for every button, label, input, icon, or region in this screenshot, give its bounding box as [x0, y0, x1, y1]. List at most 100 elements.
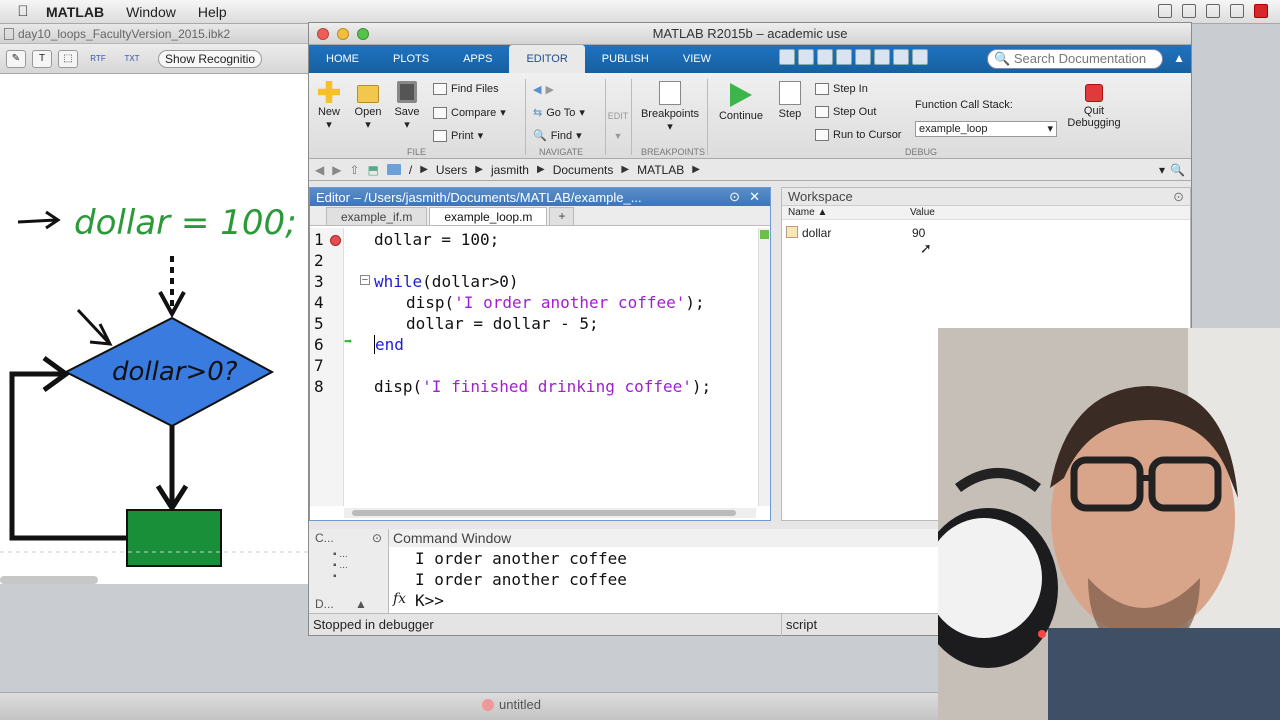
- new-plus-icon: [318, 81, 340, 103]
- fx-icon[interactable]: fx: [393, 591, 406, 607]
- back-forward-buttons[interactable]: ◀ ▶: [533, 83, 554, 96]
- tab-home[interactable]: HOME: [309, 45, 376, 73]
- qat-switch-icon[interactable]: [893, 49, 909, 65]
- menu-app-matlab[interactable]: MATLAB: [46, 4, 104, 20]
- tab-view[interactable]: VIEW: [666, 45, 728, 73]
- browse-folder-icon[interactable]: ⬒: [368, 163, 379, 177]
- dock: untitled: [0, 692, 938, 720]
- show-recognition-button[interactable]: Show Recognitio: [158, 49, 263, 68]
- breakpoints-icon: [659, 81, 681, 105]
- open-button[interactable]: Open ▾: [353, 81, 383, 131]
- print-button[interactable]: Print ▾: [433, 129, 483, 142]
- path-users[interactable]: Users: [436, 163, 467, 177]
- compare-button[interactable]: Compare ▾: [433, 106, 506, 119]
- workspace-menu-icon[interactable]: ⊙: [1173, 188, 1184, 206]
- breakpoints-button[interactable]: Breakpoints ▾: [637, 81, 703, 133]
- go-to-button[interactable]: ⇆ Go To ▾: [533, 106, 585, 120]
- select-tool-icon[interactable]: ⬚: [58, 49, 78, 68]
- tab-example-loop[interactable]: example_loop.m: [429, 207, 548, 225]
- qat-save-icon[interactable]: [779, 49, 795, 65]
- document-icon[interactable]: [1230, 4, 1244, 18]
- workspace-titlebar: Workspace ⊙: [782, 188, 1190, 206]
- new-tab-button[interactable]: +: [549, 207, 575, 225]
- line-number: 3: [314, 272, 324, 291]
- text-tool-icon[interactable]: T: [32, 49, 52, 68]
- menu-bar:  MATLAB Window Help: [0, 0, 1280, 24]
- new-button[interactable]: New ▾: [315, 81, 343, 131]
- wifi-icon[interactable]: [1158, 4, 1172, 18]
- up-folder-icon[interactable]: ⇧: [349, 163, 359, 177]
- find-files-button[interactable]: Find Files: [433, 83, 499, 95]
- continue-button[interactable]: Continue: [715, 81, 767, 122]
- col-name-header[interactable]: Name ▲: [788, 207, 827, 218]
- tab-plots[interactable]: PLOTS: [376, 45, 446, 73]
- editor-close-icon[interactable]: ✕: [749, 189, 760, 205]
- current-folder-tab[interactable]: C... ⊙: [309, 529, 388, 547]
- copy-icon[interactable]: [1206, 4, 1220, 18]
- rtf-export-icon[interactable]: RTF: [84, 54, 112, 63]
- menu-help[interactable]: Help: [198, 4, 227, 20]
- folder-icon: [357, 85, 379, 103]
- path-dropdown-icon[interactable]: ▾: [1159, 163, 1165, 177]
- step-in-button[interactable]: Step In: [815, 83, 868, 95]
- menu-window[interactable]: Window: [126, 4, 176, 20]
- editor-hscroll[interactable]: [344, 508, 756, 518]
- path-search-icon[interactable]: 🔍: [1170, 163, 1185, 177]
- search-documentation-input[interactable]: 🔍 Search Documentation: [987, 49, 1163, 69]
- qat-cut-icon[interactable]: [798, 49, 814, 65]
- tab-editor[interactable]: EDITOR: [509, 45, 585, 73]
- command-prompt[interactable]: K>>: [415, 591, 444, 610]
- breakpoint-icon[interactable]: [330, 235, 341, 246]
- qat-help-icon[interactable]: [912, 49, 928, 65]
- current-folder-bar: ◀ ▶ ⇧ ⬒ / ▶ Users ▶ jasmith ▶ Documents ▶ MA…: [309, 159, 1191, 181]
- handwritten-condition: dollar>0?: [112, 357, 238, 387]
- record-icon[interactable]: [1254, 4, 1268, 18]
- matlab-titlebar: MATLAB R2015b – academic use: [309, 23, 1191, 45]
- find-button[interactable]: 🔍 Find ▾: [533, 129, 582, 143]
- pen-tool-icon[interactable]: ✎: [6, 49, 26, 68]
- fold-minus-icon[interactable]: –: [360, 275, 370, 285]
- path-jasmith[interactable]: jasmith: [491, 163, 529, 177]
- group-label-navigate: NAVIGATE: [539, 147, 584, 157]
- collapse-ribbon-icon[interactable]: ▲: [1173, 51, 1185, 65]
- qat-undo-icon[interactable]: [855, 49, 871, 65]
- notebook-hscroll[interactable]: [0, 576, 308, 584]
- editor-menu-icon[interactable]: ⊙: [729, 189, 740, 205]
- details-tab[interactable]: D... ▲: [315, 597, 367, 611]
- edit-section[interactable]: EDIT ▼: [607, 111, 629, 141]
- step-button[interactable]: Step: [775, 81, 805, 120]
- run-to-cursor-button[interactable]: Run to Cursor: [815, 129, 901, 141]
- step-out-button[interactable]: Step Out: [815, 106, 876, 118]
- tab-apps[interactable]: APPS: [446, 45, 509, 73]
- qat-redo-icon[interactable]: [874, 49, 890, 65]
- save-button[interactable]: Save ▾: [393, 81, 421, 131]
- path-matlab[interactable]: MATLAB: [637, 163, 684, 177]
- tab-example-if[interactable]: example_if.m: [326, 207, 428, 225]
- workspace-row[interactable]: dollar 90: [782, 224, 1190, 242]
- txt-export-icon[interactable]: TXT: [118, 54, 146, 63]
- path-documents[interactable]: Documents: [553, 163, 614, 177]
- quick-access-toolbar: [779, 49, 928, 65]
- code-area[interactable]: 1 2 3 4 5 6 7 8 ➡ – dollar = 100; while(…: [310, 228, 756, 506]
- path-root[interactable]: /: [409, 163, 412, 177]
- document-icon: [4, 27, 14, 40]
- editor-vscroll[interactable]: [758, 228, 770, 506]
- workspace-title: Workspace: [788, 189, 853, 204]
- screen-icon[interactable]: [1182, 4, 1196, 18]
- apple-icon[interactable]: : [0, 3, 46, 20]
- drawing-canvas[interactable]: dollar = 100; dollar>0?: [0, 74, 310, 584]
- forward-icon[interactable]: ▶: [332, 163, 341, 177]
- qat-copy-icon[interactable]: [817, 49, 833, 65]
- dock-item-untitled[interactable]: untitled: [482, 697, 541, 712]
- variable-value: 90: [912, 226, 926, 240]
- qat-paste-icon[interactable]: [836, 49, 852, 65]
- back-icon[interactable]: ◀: [315, 163, 324, 177]
- expand-icon: ▲: [355, 597, 367, 611]
- quit-debugging-button[interactable]: Quit Debugging: [1065, 81, 1123, 129]
- file-list[interactable]: ▪ ... ▪ ... ▪: [309, 547, 388, 584]
- function-call-stack-select[interactable]: example_loop ▾: [915, 121, 1057, 137]
- line-number: 6: [314, 335, 324, 354]
- notebook-toolbar: ✎ T ⬚ RTF TXT Show Recognitio: [0, 44, 310, 74]
- tab-publish[interactable]: PUBLISH: [585, 45, 666, 73]
- col-value-header[interactable]: Value: [910, 207, 935, 218]
